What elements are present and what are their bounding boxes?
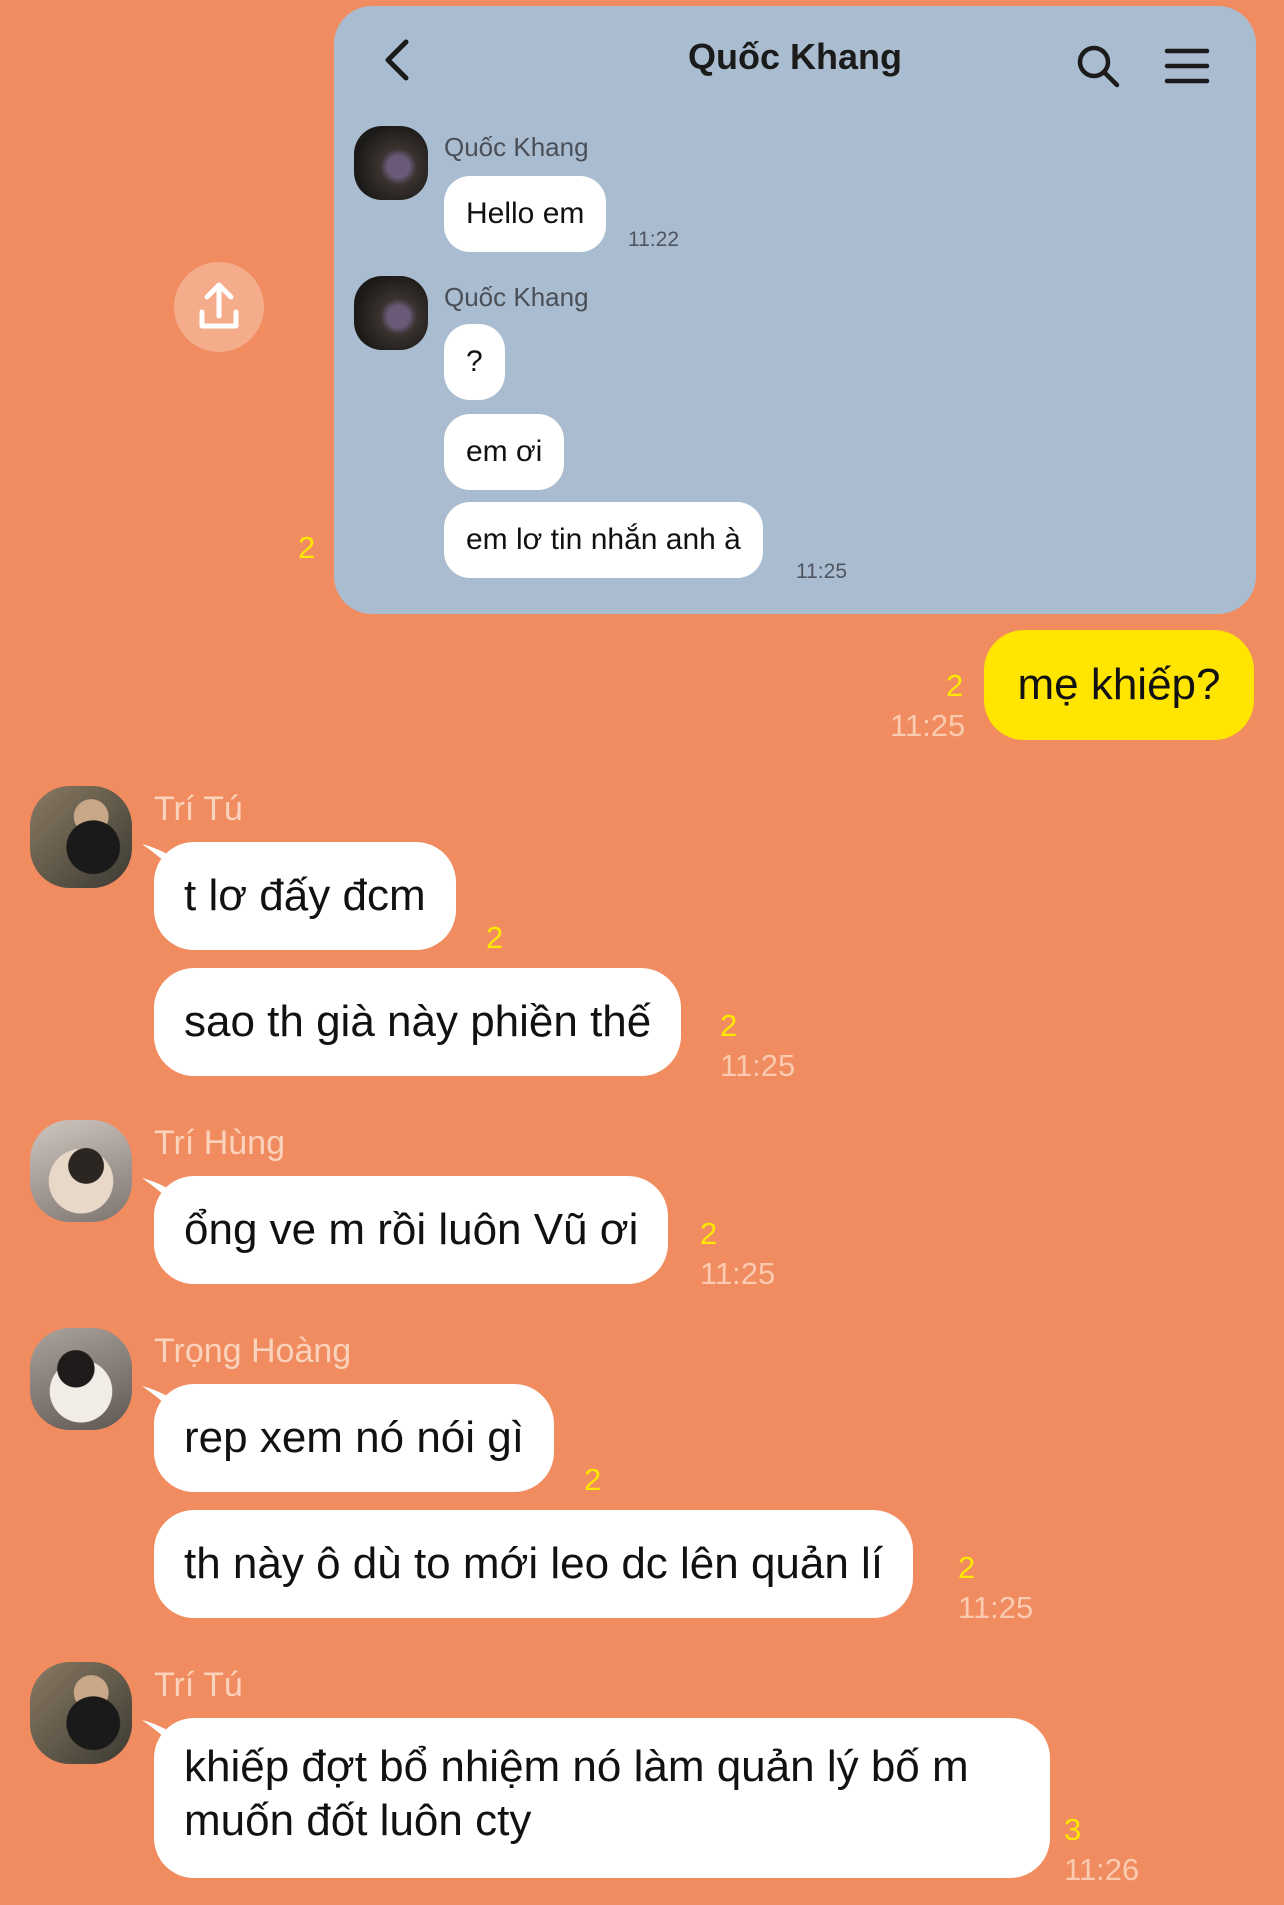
sender-name: Trí Tú (154, 790, 243, 828)
read-count: 2 (298, 530, 316, 565)
share-icon (199, 282, 239, 329)
message-time: 11:25 (700, 1256, 776, 1291)
message-time: 11:26 (1064, 1852, 1140, 1887)
read-count: 2 (720, 1008, 738, 1043)
outgoing-message-bubble[interactable]: mẹ khiếp? (984, 630, 1254, 740)
avatar[interactable] (30, 1328, 132, 1430)
message-bubble[interactable]: ? (444, 324, 505, 400)
message-time: 11:25 (720, 1048, 796, 1083)
sender-name: Trí Hùng (154, 1124, 286, 1162)
avatar[interactable] (30, 786, 132, 888)
read-count: 3 (1064, 1812, 1082, 1847)
read-count: 2 (958, 1550, 976, 1585)
avatar[interactable] (354, 126, 428, 200)
message-bubble[interactable]: khiếp đợt bổ nhiệm nó làm quản lý bố m m… (154, 1718, 1050, 1878)
message-time: 11:25 (958, 1590, 1034, 1625)
read-count: 2 (584, 1462, 602, 1497)
message-bubble[interactable]: em lơ tin nhắn anh à (444, 502, 763, 578)
avatar[interactable] (30, 1662, 132, 1764)
sender-name: Trí Tú (154, 1666, 243, 1704)
message-bubble[interactable]: th này ô dù to mới leo dc lên quản lí (154, 1510, 914, 1618)
message-time: 11:25 (890, 708, 966, 743)
menu-icon[interactable] (1164, 46, 1210, 86)
sender-name: Trọng Hoàng (154, 1332, 352, 1370)
message-bubble[interactable]: rep xem nó nói gì (154, 1384, 554, 1492)
search-icon[interactable] (1074, 42, 1122, 90)
read-count: 2 (700, 1216, 718, 1251)
read-count: 2 (946, 668, 964, 703)
sender-name: Quốc Khang (444, 132, 589, 162)
sender-name: Quốc Khang (444, 282, 589, 312)
message-bubble[interactable]: ổng ve m rồi luôn Vũ ơi (154, 1176, 669, 1284)
message-bubble[interactable]: Hello em (444, 176, 607, 252)
share-button[interactable] (174, 262, 264, 352)
avatar[interactable] (354, 276, 428, 350)
message-time: 11:25 (796, 560, 847, 583)
message-bubble[interactable]: em ơi (444, 414, 565, 490)
embedded-chat-screenshot[interactable]: Quốc Khang Quốc Khang Hello em 11:22 Quố… (334, 6, 1256, 614)
avatar[interactable] (30, 1120, 132, 1222)
message-time: 11:22 (628, 228, 679, 251)
read-count: 2 (486, 920, 504, 955)
message-bubble[interactable]: t lơ đấy đcm (154, 842, 456, 950)
message-bubble[interactable]: sao th già này phiền thế (154, 968, 682, 1076)
